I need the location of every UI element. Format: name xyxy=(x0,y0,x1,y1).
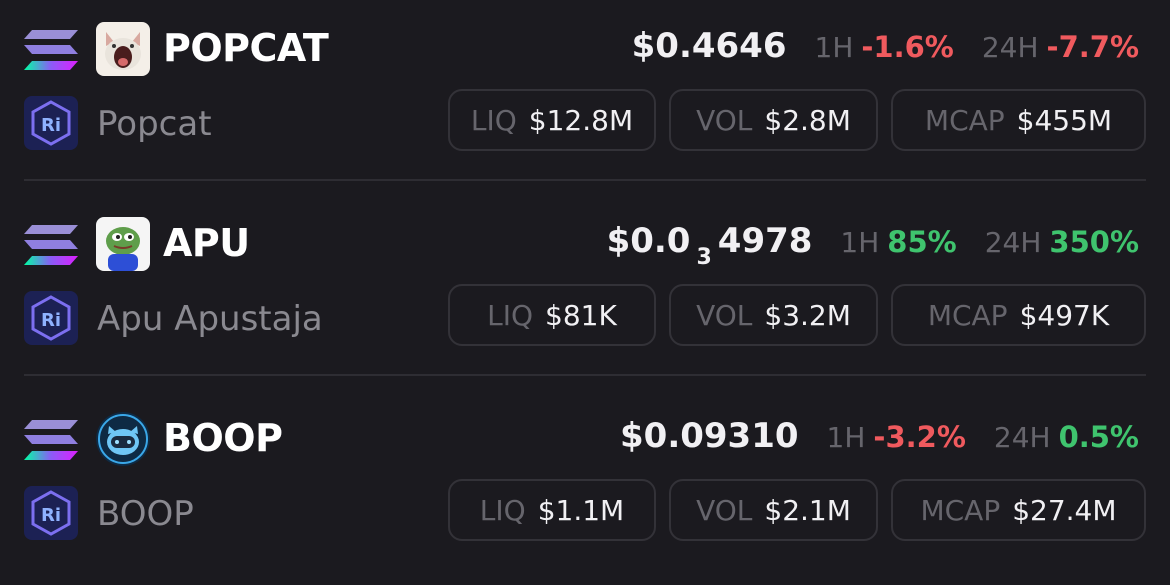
change-24h: -7.7% xyxy=(1046,30,1139,64)
row-divider xyxy=(24,374,1146,376)
change-1h: -3.2% xyxy=(873,420,966,454)
raydium-icon: Ri xyxy=(24,96,78,150)
popcat-avatar-icon xyxy=(96,22,150,76)
mcap-label: MCAP xyxy=(920,493,1001,527)
liquidity-pill[interactable]: LIQ $12.8M xyxy=(448,89,656,151)
market-cap-pill[interactable]: MCAP $27.4M xyxy=(891,479,1146,541)
mcap-label: MCAP xyxy=(924,103,1005,137)
volume-pill[interactable]: VOL $2.1M xyxy=(669,479,878,541)
liquidity-pill[interactable]: LIQ $81K xyxy=(448,284,656,346)
mcap-value: $455M xyxy=(1016,103,1113,137)
token-row-boop[interactable]: BOOP Ri BOOP $0.09310 1H -3.2% 24H 0.5% … xyxy=(0,390,1170,585)
vol-value: $3.2M xyxy=(764,298,851,332)
token-price: $0.09310 xyxy=(620,416,799,456)
svg-text:Ri: Ri xyxy=(41,310,61,331)
solana-icon xyxy=(24,30,78,70)
vol-label: VOL xyxy=(696,298,753,332)
market-cap-pill[interactable]: MCAP $455M xyxy=(891,89,1146,151)
raydium-icon: Ri xyxy=(24,291,78,345)
row-divider xyxy=(24,179,1146,181)
token-name: Popcat xyxy=(97,104,212,144)
solana-icon xyxy=(24,420,78,460)
liq-value: $12.8M xyxy=(528,103,634,137)
token-price: $0.4646 xyxy=(631,26,787,66)
token-symbol: APU xyxy=(163,221,250,265)
vol-value: $2.8M xyxy=(764,103,851,137)
change-1h: 85% xyxy=(887,225,957,259)
liquidity-pill[interactable]: LIQ $1.1M xyxy=(448,479,656,541)
price-line: $0.09310 1H -3.2% 24H 0.5% xyxy=(620,416,1139,460)
liq-label: LIQ xyxy=(487,298,534,332)
svg-text:Ri: Ri xyxy=(41,505,61,526)
vol-label: VOL xyxy=(696,103,753,137)
token-symbol: BOOP xyxy=(163,416,283,460)
liq-label: LIQ xyxy=(479,493,526,527)
vol-value: $2.1M xyxy=(764,493,851,527)
liq-value: $81K xyxy=(545,298,617,332)
token-name: BOOP xyxy=(97,494,194,534)
timeframe-1h-label: 1H xyxy=(826,421,866,454)
mcap-value: $27.4M xyxy=(1012,493,1117,527)
token-price: $0.0 3 4978 xyxy=(606,221,813,270)
vol-label: VOL xyxy=(696,493,753,527)
raydium-icon: Ri xyxy=(24,486,78,540)
token-row-popcat[interactable]: POPCAT Ri Popcat $0.4646 1H -1.6% 24H -7… xyxy=(0,0,1170,195)
liq-value: $1.1M xyxy=(537,493,625,527)
boop-avatar-icon xyxy=(96,412,150,466)
apu-frog-avatar-icon xyxy=(96,217,150,271)
price-line: $0.4646 1H -1.6% 24H -7.7% xyxy=(632,26,1139,70)
solana-icon xyxy=(24,225,78,265)
token-row-apu[interactable]: APU Ri Apu Apustaja $0.0 3 4978 1H 85% 24H… xyxy=(0,195,1170,390)
timeframe-1h-label: 1H xyxy=(814,31,854,64)
price-line: $0.0 3 4978 1H 85% 24H 350% xyxy=(606,221,1139,270)
volume-pill[interactable]: VOL $2.8M xyxy=(669,89,878,151)
timeframe-24h-label: 24H xyxy=(981,31,1039,64)
price-zero-count: 3 xyxy=(696,245,712,270)
svg-text:Ri: Ri xyxy=(41,115,61,136)
liq-label: LIQ xyxy=(470,103,517,137)
token-symbol: POPCAT xyxy=(163,26,329,70)
change-1h: -1.6% xyxy=(861,30,954,64)
token-name: Apu Apustaja xyxy=(97,299,323,339)
timeframe-24h-label: 24H xyxy=(984,226,1042,259)
timeframe-24h-label: 24H xyxy=(993,421,1051,454)
mcap-value: $497K xyxy=(1019,298,1110,332)
timeframe-1h-label: 1H xyxy=(840,226,880,259)
change-24h: 0.5% xyxy=(1058,420,1139,454)
mcap-label: MCAP xyxy=(927,298,1008,332)
volume-pill[interactable]: VOL $3.2M xyxy=(669,284,878,346)
market-cap-pill[interactable]: MCAP $497K xyxy=(891,284,1146,346)
change-24h: 350% xyxy=(1049,225,1139,259)
